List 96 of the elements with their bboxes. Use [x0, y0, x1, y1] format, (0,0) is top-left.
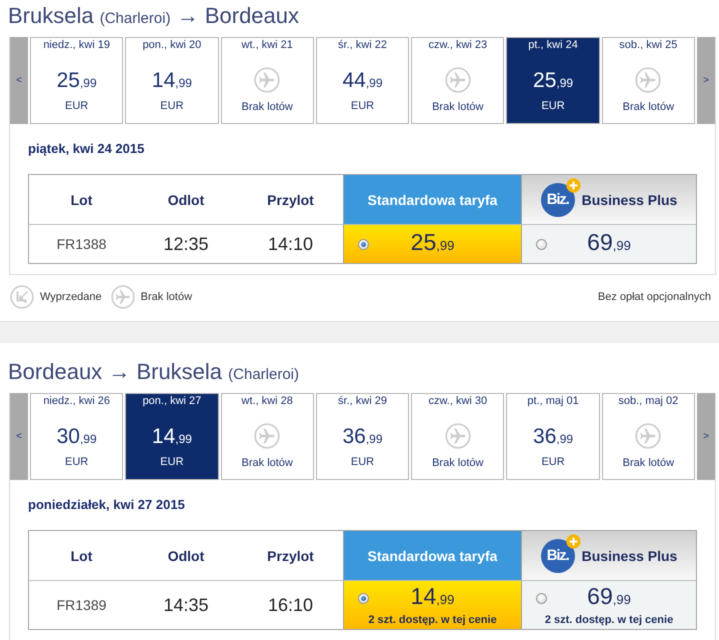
no-flights-text: Brak lotów: [432, 456, 484, 470]
currency-text: EUR: [350, 99, 374, 113]
date-card[interactable]: pon., kwi 27 14,99 EUR: [125, 393, 219, 480]
date-label: niedz., kwi 26: [43, 394, 110, 408]
fare-name: Standardowa taryfa: [368, 192, 498, 208]
date-label: wt., kwi 28: [242, 394, 293, 408]
next-button[interactable]: >: [696, 37, 715, 124]
prev-button[interactable]: <: [10, 37, 28, 124]
legend-label: Brak lotów: [140, 291, 192, 303]
date-card[interactable]: pon., kwi 20 14,99 EUR: [125, 37, 219, 124]
currency-text: EUR: [541, 455, 565, 469]
price-text: 69,99: [586, 583, 632, 611]
column-header: Odlot: [134, 175, 238, 225]
prev-button[interactable]: <: [10, 393, 28, 480]
flight-number: FR1389: [56, 596, 108, 615]
date-card[interactable]: czw., kwi 23 Brak lotów: [411, 37, 504, 124]
no-flights-text: Brak lotów: [242, 100, 293, 114]
price-text: 14,99: [152, 68, 192, 94]
date-card[interactable]: pt., maj 01 36,99 EUR: [506, 393, 600, 480]
price-text: 36,99: [342, 424, 383, 450]
departure-time: 14:35: [162, 594, 210, 616]
biz-logo: Biz.: [540, 538, 575, 572]
date-card[interactable]: sob., maj 02 Brak lotów: [602, 393, 695, 480]
arrival-time: 14:10: [266, 232, 314, 256]
column-header: Lot: [29, 175, 134, 225]
radio-button[interactable]: [358, 592, 369, 604]
date-label: pt., kwi 24: [528, 38, 578, 52]
legend-label: Wyprzedane: [40, 291, 102, 303]
plane-icon: [254, 423, 280, 449]
column-header: Lot: [29, 531, 134, 581]
currency-text: EUR: [541, 99, 565, 113]
date-card[interactable]: pt., kwi 24 25,99 EUR: [506, 37, 600, 124]
flight-number: FR1388: [56, 235, 108, 254]
plus-badge-icon: [566, 534, 581, 548]
price-text: 25,99: [410, 229, 456, 257]
date-label: śr., kwi 29: [338, 394, 387, 408]
date-label: sob., maj 02: [618, 394, 678, 408]
date-card[interactable]: śr., kwi 22 44,99 EUR: [316, 37, 410, 124]
date-card[interactable]: wt., kwi 28 Brak lotów: [220, 393, 314, 480]
column-header: Odlot: [134, 531, 238, 581]
radio-button[interactable]: [536, 592, 547, 604]
plane-icon: [444, 67, 471, 93]
radio-button[interactable]: [358, 238, 369, 250]
date-label: niedz., kwi 19: [43, 38, 110, 52]
currency-text: EUR: [350, 455, 374, 469]
plane-icon: [254, 67, 280, 93]
currency-text: EUR: [160, 455, 184, 469]
day-heading: poniedziałek, kwi 27 2015: [28, 497, 185, 513]
date-card[interactable]: niedz., kwi 19 25,99 EUR: [30, 37, 124, 124]
price-text: 14,99: [152, 424, 192, 450]
route-title: Bordeaux → Bruksela (Charleroi): [8, 359, 300, 386]
next-button[interactable]: >: [696, 393, 715, 480]
currency-text: EUR: [65, 455, 88, 469]
no-flights-text: Brak lotów: [622, 456, 674, 470]
date-card[interactable]: wt., kwi 21 Brak lotów: [220, 37, 314, 124]
date-label: sob., kwi 25: [619, 38, 678, 52]
date-label: czw., kwi 30: [428, 394, 488, 408]
route-title: Bruksela (Charleroi) → Bordeaux: [8, 3, 300, 30]
plane-icon: [110, 285, 135, 309]
plus-badge-icon: [566, 178, 581, 192]
fare-name: Business Plus: [582, 548, 678, 564]
date-card[interactable]: niedz., kwi 26 30,99 EUR: [30, 393, 124, 480]
price-text: 36,99: [533, 424, 574, 450]
plane-icon: [635, 67, 662, 93]
biz-logo: Biz.: [540, 182, 575, 216]
fare-name: Standardowa taryfa: [368, 548, 498, 564]
date-card[interactable]: czw., kwi 30 Brak lotów: [411, 393, 504, 480]
price-text: 44,99: [342, 68, 383, 94]
radio-button[interactable]: [536, 238, 547, 250]
no-flights-text: Brak lotów: [242, 456, 293, 470]
availability-text: 2 szt. dostęp. w tej cenie: [544, 613, 674, 627]
date-label: wt., kwi 21: [242, 38, 293, 52]
price-text: 25,99: [533, 68, 574, 94]
date-label: czw., kwi 23: [428, 38, 488, 52]
departure-time: 12:35: [162, 232, 210, 256]
day-heading: piątek, kwi 24 2015: [28, 141, 144, 157]
date-label: pon., kwi 27: [142, 394, 202, 408]
arrival-time: 16:10: [266, 594, 314, 616]
no-flights-text: Brak lotów: [622, 100, 674, 114]
date-card[interactable]: sob., kwi 25 Brak lotów: [602, 37, 695, 124]
no-flights-text: Brak lotów: [432, 100, 484, 114]
currency-text: EUR: [65, 99, 88, 113]
fare-name: Business Plus: [582, 192, 678, 208]
price-text: 14,99: [410, 583, 456, 611]
availability-text: 2 szt. dostęp. w tej cenie: [367, 613, 498, 627]
fees-note: Bez opłat opcjonalnych: [598, 291, 711, 303]
date-label: pon., kwi 20: [142, 38, 202, 52]
plane-icon: [444, 423, 471, 449]
date-label: pt., maj 01: [527, 394, 579, 408]
date-card[interactable]: śr., kwi 29 36,99 EUR: [316, 393, 410, 480]
price-text: 69,99: [586, 229, 632, 257]
price-text: 30,99: [56, 424, 97, 450]
plane-icon: [635, 423, 662, 449]
date-label: śr., kwi 22: [338, 38, 387, 52]
price-text: 25,99: [56, 68, 97, 94]
currency-text: EUR: [160, 99, 184, 113]
